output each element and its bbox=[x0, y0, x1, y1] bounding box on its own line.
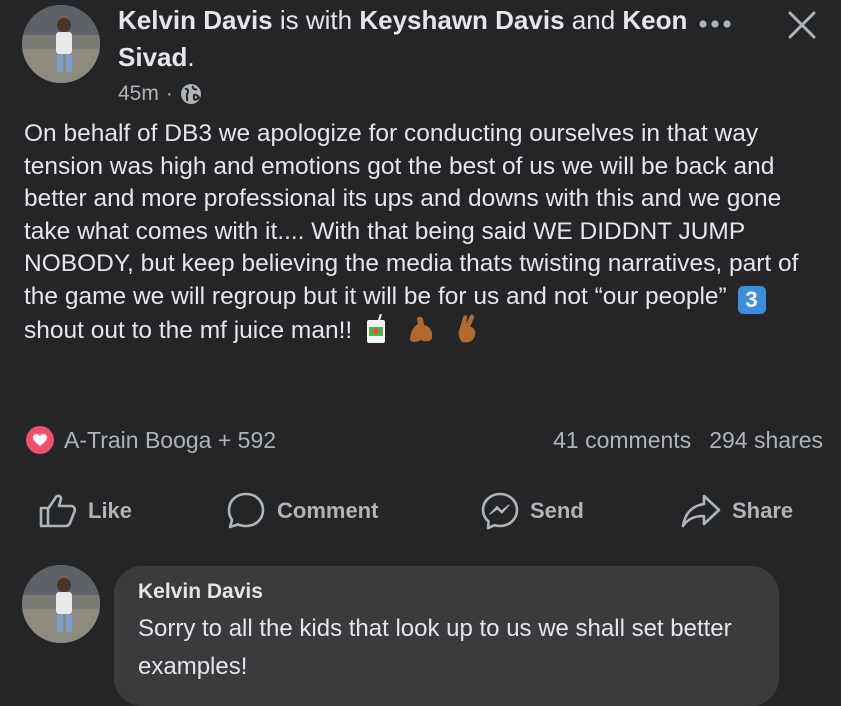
shares-count[interactable]: 294 shares bbox=[709, 427, 823, 454]
comment-text: Sorry to all the kids that look up to us… bbox=[138, 615, 732, 680]
comment-author[interactable]: Kelvin Davis bbox=[138, 580, 263, 604]
engagement-counts: 41 comments 294 shares bbox=[553, 424, 823, 456]
meta-dot: · bbox=[165, 82, 173, 105]
thumbs-up-icon bbox=[39, 494, 77, 528]
comment-bubble: Kelvin Davis Sorry to all the kids that … bbox=[114, 566, 779, 706]
comment-label: Comment bbox=[277, 498, 379, 523]
post-timestamp[interactable]: 45m bbox=[118, 82, 159, 106]
comment-button[interactable]: Comment bbox=[225, 488, 378, 534]
post-body: On behalf of DB3 we apologize for conduc… bbox=[24, 118, 824, 347]
crossed-fingers-icon bbox=[458, 314, 475, 343]
keycap-three-emoji: 3 bbox=[737, 285, 766, 314]
love-reaction-icon bbox=[24, 424, 56, 456]
post-meta: 45m · bbox=[118, 80, 202, 108]
more-dots-icon bbox=[699, 20, 731, 28]
reactions-text: A-Train Booga + 592 bbox=[64, 426, 277, 453]
like-button[interactable]: Like bbox=[38, 488, 132, 534]
author-name[interactable]: Kelvin Davis bbox=[118, 5, 273, 35]
reactions-summary[interactable]: A-Train Booga + 592 bbox=[24, 424, 276, 456]
action-bar: Like Comment Send Share bbox=[0, 488, 841, 534]
post-body-text-end: shout out to the mf juice man!! bbox=[24, 316, 353, 344]
post-body-text: On behalf of DB3 we apologize for conduc… bbox=[24, 120, 799, 310]
commenter-avatar[interactable] bbox=[22, 565, 100, 643]
share-icon bbox=[681, 494, 721, 528]
like-label: Like bbox=[88, 498, 133, 523]
comments-count[interactable]: 41 comments bbox=[553, 427, 691, 454]
flexed-biceps-icon bbox=[409, 316, 433, 342]
period: . bbox=[187, 42, 195, 72]
messenger-icon bbox=[481, 492, 519, 530]
globe-icon bbox=[180, 84, 201, 104]
tagged-user-1[interactable]: Keyshawn Davis bbox=[359, 5, 564, 35]
and-text: and bbox=[564, 5, 623, 35]
comment-icon bbox=[227, 492, 265, 529]
post-header: Kelvin Davis is with Keyshawn Davis and … bbox=[118, 2, 688, 76]
send-button[interactable]: Send bbox=[480, 488, 584, 534]
juice-box-icon bbox=[367, 313, 386, 343]
share-label: Share bbox=[732, 498, 794, 523]
send-label: Send bbox=[530, 498, 584, 523]
share-button[interactable]: Share bbox=[680, 488, 793, 534]
close-button[interactable] bbox=[782, 5, 822, 45]
close-icon bbox=[788, 11, 816, 39]
author-avatar[interactable] bbox=[22, 5, 100, 83]
with-text: is with bbox=[272, 5, 360, 35]
more-options-button[interactable] bbox=[695, 4, 735, 44]
post-card: Kelvin Davis is with Keyshawn Davis and … bbox=[0, 0, 841, 706]
